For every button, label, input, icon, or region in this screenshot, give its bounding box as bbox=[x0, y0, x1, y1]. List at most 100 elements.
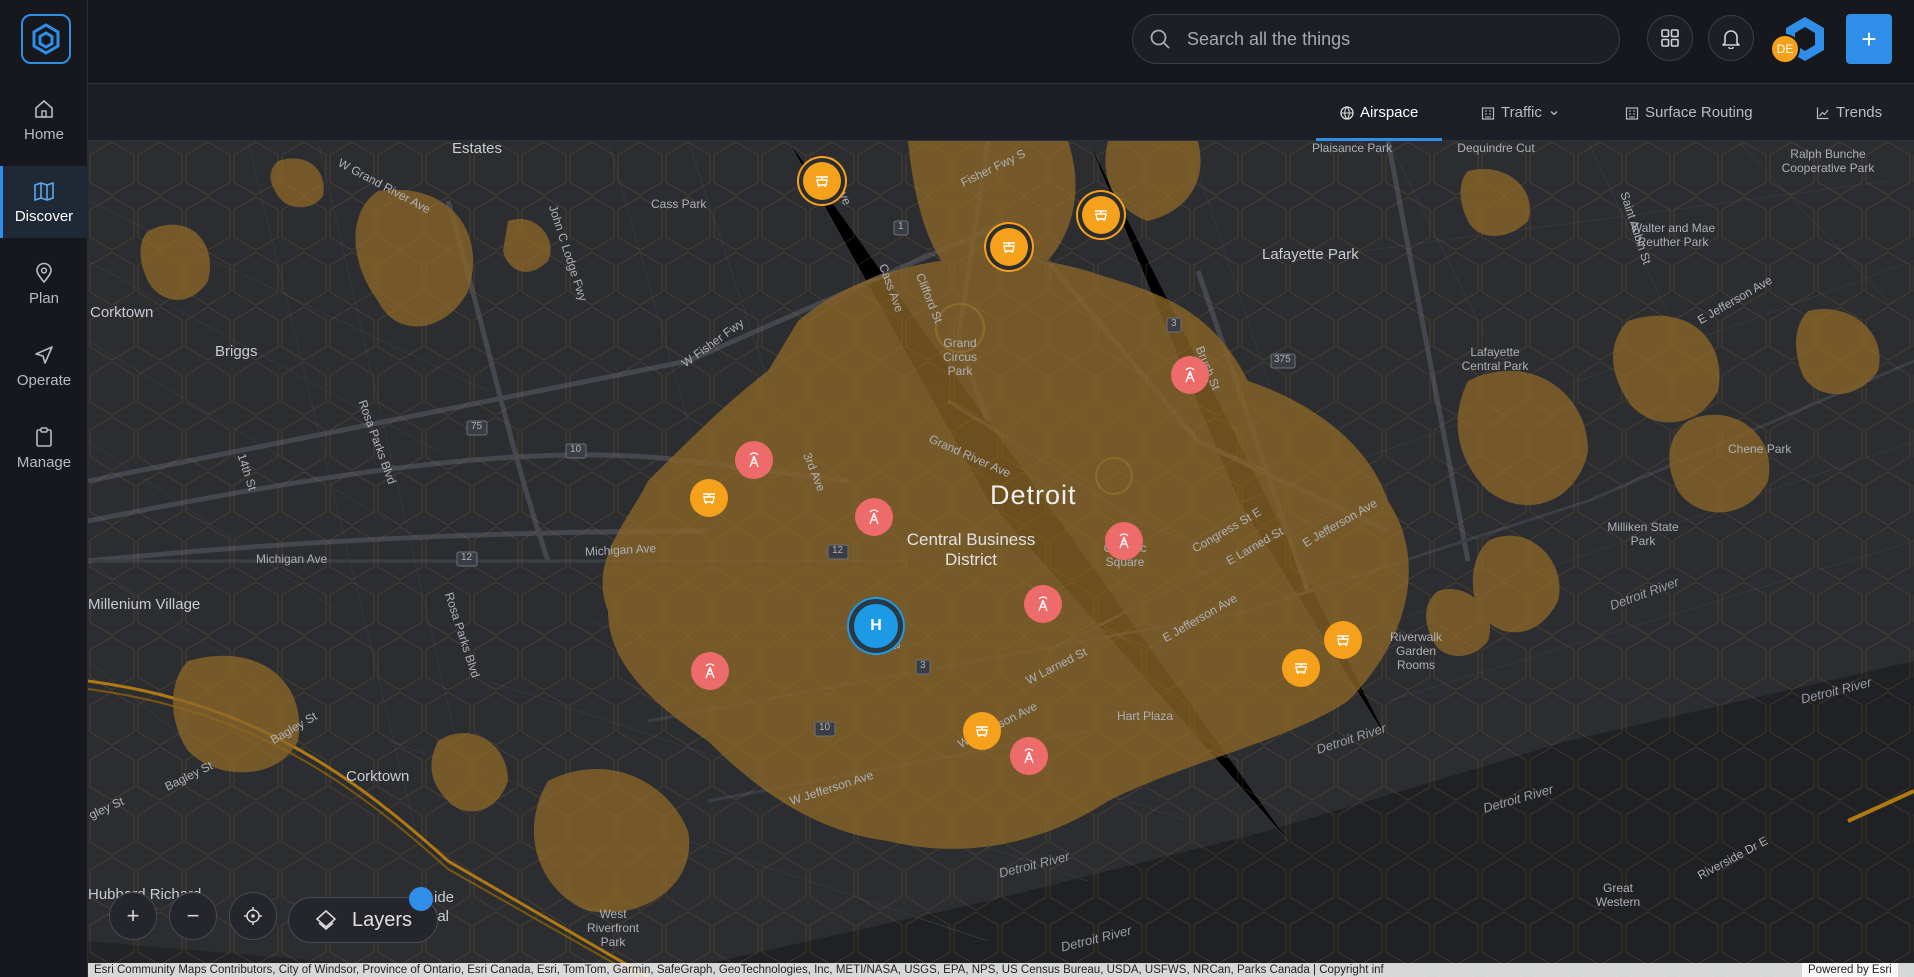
powered-by-link[interactable]: Powered by Esri bbox=[1802, 963, 1898, 977]
sidebar-item-manage[interactable]: Manage bbox=[0, 412, 88, 484]
tab-surface-routing[interactable]: Surface Routing bbox=[1625, 84, 1753, 141]
radio-tower-icon bbox=[1038, 596, 1048, 612]
search-input[interactable] bbox=[1187, 28, 1587, 50]
place-label: Corktown bbox=[90, 304, 154, 321]
street-label: Michigan Ave bbox=[256, 552, 328, 566]
globe-icon bbox=[1340, 105, 1354, 120]
place-label: Chene Park bbox=[1728, 442, 1792, 456]
radio-tower-icon bbox=[1185, 367, 1195, 383]
sidebar-item-label: Manage bbox=[16, 453, 72, 471]
top-bar: DE + bbox=[88, 0, 1914, 84]
place-label: Lafayette Central Park bbox=[1461, 345, 1529, 373]
place-label: Hart Plaza bbox=[1117, 709, 1174, 723]
route-shield: 10 bbox=[570, 444, 582, 455]
tower-marker[interactable] bbox=[1171, 356, 1209, 394]
layers-icon bbox=[315, 909, 337, 931]
route-shield: 75 bbox=[471, 421, 483, 432]
tab-airspace[interactable]: Airspace bbox=[1315, 84, 1443, 141]
hexagon-logo-icon[interactable] bbox=[21, 14, 71, 64]
district-label: Central Business District bbox=[906, 530, 1036, 569]
place-label: West Riverfront Park bbox=[586, 907, 639, 949]
radio-tower-icon bbox=[749, 452, 759, 468]
sidebar-item-discover[interactable]: Discover bbox=[0, 166, 88, 238]
map-icon bbox=[34, 181, 54, 201]
search-box bbox=[1132, 14, 1620, 64]
drone-icon bbox=[976, 726, 988, 737]
zoom-out-button[interactable]: − bbox=[169, 892, 217, 940]
place-label: ide bbox=[434, 889, 455, 906]
route-shield: 3 bbox=[920, 660, 926, 671]
search-icon bbox=[1150, 29, 1170, 49]
radio-tower-icon bbox=[869, 509, 879, 525]
tower-marker[interactable] bbox=[1105, 522, 1143, 560]
chevron-down-icon bbox=[1550, 110, 1558, 115]
home-icon bbox=[35, 99, 53, 118]
tab-traffic[interactable]: Traffic bbox=[1481, 84, 1560, 141]
place-label: Corktown bbox=[346, 768, 410, 785]
drone-icon bbox=[1295, 663, 1307, 674]
building-icon bbox=[1481, 106, 1495, 120]
tab-trends[interactable]: Trends bbox=[1816, 84, 1882, 141]
route-shield: 12 bbox=[461, 552, 473, 563]
sidebar-item-label: Operate bbox=[16, 371, 72, 389]
drone-icon bbox=[816, 176, 828, 187]
place-label: Grand Circus Park bbox=[942, 336, 977, 378]
drone-marker[interactable] bbox=[803, 162, 841, 200]
tab-label: Airspace bbox=[1360, 104, 1419, 121]
sidebar-item-plan[interactable]: Plan bbox=[0, 248, 88, 320]
send-icon bbox=[35, 345, 53, 364]
building-icon bbox=[1625, 106, 1639, 120]
drone-marker[interactable] bbox=[990, 228, 1028, 266]
crosshair-icon bbox=[244, 907, 262, 925]
sidebar-item-home[interactable]: Home bbox=[0, 84, 88, 156]
city-label: Detroit bbox=[990, 480, 1077, 510]
tab-label: Traffic bbox=[1501, 104, 1542, 121]
locate-button[interactable] bbox=[229, 892, 277, 940]
drone-icon bbox=[1003, 242, 1015, 253]
drone-marker[interactable] bbox=[690, 479, 728, 517]
tower-marker[interactable] bbox=[735, 441, 773, 479]
place-label: Estates bbox=[452, 141, 503, 157]
bell-icon bbox=[1722, 30, 1740, 49]
route-shield: 10 bbox=[819, 722, 831, 733]
user-avatar[interactable]: DE bbox=[1770, 14, 1826, 64]
tower-marker[interactable] bbox=[855, 498, 893, 536]
place-label: Great Western bbox=[1595, 881, 1641, 909]
tab-label: Trends bbox=[1836, 104, 1883, 121]
drone-icon bbox=[703, 493, 715, 504]
drone-marker[interactable] bbox=[1082, 196, 1120, 234]
place-label: Lafayette Park bbox=[1262, 246, 1359, 263]
heliport-marker[interactable]: H bbox=[854, 604, 898, 648]
zoom-in-button[interactable]: + bbox=[109, 892, 157, 940]
route-shield: 1 bbox=[898, 221, 904, 232]
place-label: Ralph Bunche Cooperative Park bbox=[1781, 147, 1875, 175]
sidebar-item-operate[interactable]: Operate bbox=[0, 330, 88, 402]
notifications-button[interactable] bbox=[1708, 15, 1754, 61]
sidebar: Home Discover Plan Operate Manage bbox=[0, 0, 88, 977]
tower-marker[interactable] bbox=[1024, 585, 1062, 623]
drone-marker[interactable] bbox=[1324, 621, 1362, 659]
drone-icon bbox=[1337, 635, 1349, 646]
tab-label: Surface Routing bbox=[1645, 104, 1753, 121]
clipboard-icon bbox=[36, 426, 52, 447]
place-label: Briggs bbox=[215, 343, 258, 360]
place-label: Millenium Village bbox=[88, 596, 201, 613]
tower-marker[interactable] bbox=[691, 652, 729, 690]
grid-icon bbox=[1661, 29, 1679, 47]
radio-tower-icon bbox=[705, 663, 715, 679]
place-label: Milliken State Park bbox=[1607, 520, 1679, 548]
place-label: Riverwalk Garden Rooms bbox=[1389, 630, 1442, 672]
route-shield: 375 bbox=[1274, 354, 1291, 365]
sidebar-item-label: Home bbox=[23, 125, 64, 143]
radio-tower-icon bbox=[1024, 748, 1034, 764]
route-shield: 12 bbox=[832, 545, 844, 556]
drone-marker[interactable] bbox=[1282, 649, 1320, 687]
apps-button[interactable] bbox=[1647, 15, 1693, 61]
add-button[interactable]: + bbox=[1846, 14, 1892, 64]
app-root: Home Discover Plan Operate Manage Search… bbox=[0, 0, 1914, 977]
tower-marker[interactable] bbox=[1010, 737, 1048, 775]
place-label: Dequindre Cut bbox=[1457, 141, 1535, 155]
tab-bar: Airspace Traffic Surface Routing Trends bbox=[88, 84, 1914, 141]
drone-marker[interactable] bbox=[963, 712, 1001, 750]
map-view[interactable]: Estates Corktown Briggs Cass Park Lafaye… bbox=[88, 141, 1914, 977]
